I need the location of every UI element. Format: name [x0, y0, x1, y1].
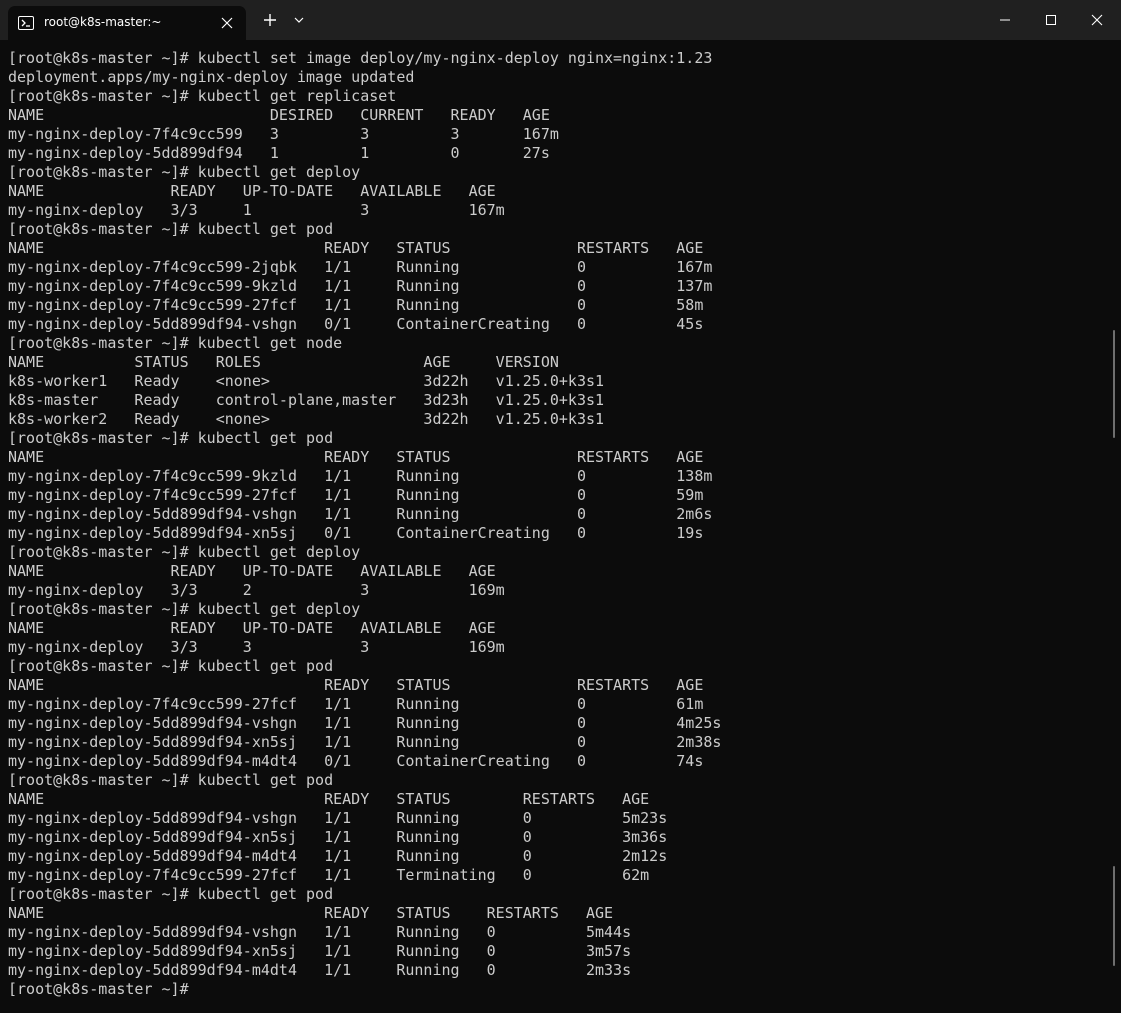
terminal-line: my-nginx-deploy-5dd899df94-vshgn 0/1 Con…	[8, 315, 704, 333]
terminal-line: NAME READY UP-TO-DATE AVAILABLE AGE	[8, 562, 496, 580]
terminal-output[interactable]: [root@k8s-master ~]# kubectl set image d…	[0, 40, 1121, 1013]
terminal-line: k8s-worker2 Ready <none> 3d22h v1.25.0+k…	[8, 410, 605, 428]
terminal-line: my-nginx-deploy-7f4c9cc599-27fcf 1/1 Run…	[8, 695, 704, 713]
terminal-line: my-nginx-deploy-7f4c9cc599-27fcf 1/1 Run…	[8, 486, 704, 504]
terminal-line: my-nginx-deploy-5dd899df94 1 1 0 27s	[8, 144, 550, 162]
terminal-line: my-nginx-deploy-5dd899df94-xn5sj 1/1 Run…	[8, 828, 668, 846]
close-window-icon[interactable]	[1074, 0, 1120, 40]
terminal-line: [root@k8s-master ~]# kubectl get pod	[8, 657, 334, 675]
terminal-line: [root@k8s-master ~]# kubectl get pod	[8, 429, 334, 447]
terminal-line: my-nginx-deploy-5dd899df94-xn5sj 1/1 Run…	[8, 733, 722, 751]
terminal-line: my-nginx-deploy-5dd899df94-xn5sj 1/1 Run…	[8, 942, 632, 960]
terminal-line: my-nginx-deploy-5dd899df94-vshgn 1/1 Run…	[8, 505, 713, 523]
terminal-line: my-nginx-deploy-5dd899df94-m4dt4 0/1 Con…	[8, 752, 704, 770]
terminal-line: NAME READY STATUS RESTARTS AGE	[8, 904, 614, 922]
terminal-line: NAME READY STATUS RESTARTS AGE	[8, 239, 704, 257]
terminal-line: my-nginx-deploy-7f4c9cc599 3 3 3 167m	[8, 125, 559, 143]
terminal-line: NAME READY STATUS RESTARTS AGE	[8, 448, 704, 466]
terminal-line: [root@k8s-master ~]#	[8, 980, 189, 998]
terminal-line: my-nginx-deploy-7f4c9cc599-9kzld 1/1 Run…	[8, 467, 713, 485]
tab-title: root@k8s-master:~	[44, 15, 162, 29]
terminal-line: k8s-worker1 Ready <none> 3d22h v1.25.0+k…	[8, 372, 605, 390]
terminal-line: [root@k8s-master ~]# kubectl get deploy	[8, 163, 361, 181]
minimize-icon[interactable]	[982, 0, 1028, 40]
terminal-line: [root@k8s-master ~]# kubectl get deploy	[8, 600, 361, 618]
terminal-line: my-nginx-deploy-7f4c9cc599-2jqbk 1/1 Run…	[8, 258, 713, 276]
terminal-text: [root@k8s-master ~]# kubectl set image d…	[8, 49, 721, 999]
terminal-line: [root@k8s-master ~]# kubectl get node	[8, 334, 343, 352]
terminal-line: [root@k8s-master ~]# kubectl get pod	[8, 885, 334, 903]
terminal-line: my-nginx-deploy 3/3 1 3 167m	[8, 201, 505, 219]
terminal-line: NAME READY UP-TO-DATE AVAILABLE AGE	[8, 619, 496, 637]
scrollbar-indicator-lower[interactable]	[1113, 866, 1115, 966]
terminal-window: root@k8s-master:~ [root@k8s-master ~]# k…	[0, 0, 1121, 1013]
maximize-icon[interactable]	[1028, 0, 1074, 40]
terminal-line: my-nginx-deploy-5dd899df94-m4dt4 1/1 Run…	[8, 961, 632, 979]
terminal-line: [root@k8s-master ~]# kubectl get replica…	[8, 87, 397, 105]
terminal-line: NAME DESIRED CURRENT READY AGE	[8, 106, 550, 124]
close-tab-icon[interactable]	[216, 12, 238, 34]
terminal-line: my-nginx-deploy-7f4c9cc599-27fcf 1/1 Run…	[8, 296, 704, 314]
terminal-line: my-nginx-deploy-5dd899df94-vshgn 1/1 Run…	[8, 714, 722, 732]
terminal-line: my-nginx-deploy-5dd899df94-m4dt4 1/1 Run…	[8, 847, 668, 865]
terminal-line: [root@k8s-master ~]# kubectl get pod	[8, 220, 334, 238]
terminal-line: my-nginx-deploy 3/3 2 3 169m	[8, 581, 505, 599]
new-tab-icon[interactable]	[255, 6, 285, 34]
terminal-line: my-nginx-deploy 3/3 3 3 169m	[8, 638, 505, 656]
chevron-down-icon[interactable]	[288, 6, 310, 34]
terminal-line: my-nginx-deploy-5dd899df94-vshgn 1/1 Run…	[8, 923, 632, 941]
title-bar[interactable]: root@k8s-master:~	[0, 0, 1121, 40]
scrollbar-indicator[interactable]	[1113, 330, 1115, 438]
terminal-line: [root@k8s-master ~]# kubectl get pod	[8, 771, 334, 789]
terminal-line: NAME READY UP-TO-DATE AVAILABLE AGE	[8, 182, 496, 200]
terminal-line: my-nginx-deploy-7f4c9cc599-27fcf 1/1 Ter…	[8, 866, 650, 884]
terminal-line: [root@k8s-master ~]# kubectl set image d…	[8, 49, 713, 67]
terminal-line: NAME STATUS ROLES AGE VERSION	[8, 353, 559, 371]
terminal-line: [root@k8s-master ~]# kubectl get deploy	[8, 543, 361, 561]
terminal-line: NAME READY STATUS RESTARTS AGE	[8, 676, 704, 694]
terminal-line: NAME READY STATUS RESTARTS AGE	[8, 790, 650, 808]
terminal-line: deployment.apps/my-nginx-deploy image up…	[8, 68, 415, 86]
terminal-tab[interactable]: root@k8s-master:~	[8, 6, 246, 40]
terminal-line: my-nginx-deploy-5dd899df94-vshgn 1/1 Run…	[8, 809, 668, 827]
terminal-line: k8s-master Ready control-plane,master 3d…	[8, 391, 605, 409]
terminal-line: my-nginx-deploy-7f4c9cc599-9kzld 1/1 Run…	[8, 277, 713, 295]
powershell-icon	[18, 16, 34, 30]
terminal-line: my-nginx-deploy-5dd899df94-xn5sj 0/1 Con…	[8, 524, 704, 542]
